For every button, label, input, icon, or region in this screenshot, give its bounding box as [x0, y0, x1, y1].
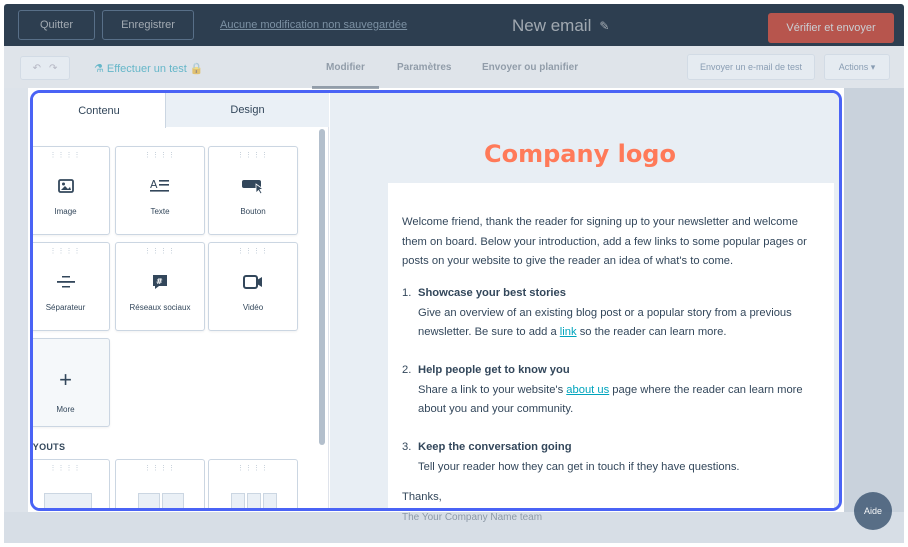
send-test-email-button[interactable]: Envoyer un e-mail de test [687, 54, 815, 80]
list-number: 3. [402, 441, 412, 453]
block-label: Vidéo [242, 303, 264, 312]
drag-handle-icon[interactable]: ⋮⋮⋮⋮ [209, 152, 297, 159]
list-item: 3. Keep the conversation going Tell your… [402, 438, 818, 477]
svg-text:#: # [156, 277, 163, 286]
panel-scrollbar[interactable] [319, 129, 325, 445]
panel-tabs: Contenu Design [33, 93, 329, 128]
link-text[interactable]: link [560, 326, 577, 338]
drag-handle-icon[interactable]: ⋮⋮⋮⋮ [33, 465, 109, 472]
quit-button[interactable]: Quitter [18, 10, 95, 40]
layout-column [162, 493, 184, 508]
drag-handle-icon[interactable]: ⋮⋮⋮⋮ [116, 465, 204, 472]
caret-down-icon: ▾ [868, 61, 876, 72]
block-social[interactable]: ⋮⋮⋮⋮ # Réseaux sociaux [115, 242, 205, 331]
social-icon: # [116, 271, 204, 293]
email-title-text: New email [512, 16, 592, 35]
tab-envoyer[interactable]: Envoyer ou planifier [482, 62, 578, 73]
drag-handle-icon[interactable]: ⋮⋮⋮⋮ [33, 152, 109, 159]
list-item-text-end: so the reader can learn more. [576, 326, 727, 338]
layout-column [247, 493, 261, 508]
block-label: Texte [150, 207, 170, 216]
svg-text:A: A [150, 178, 158, 191]
test-icon: ⚗ [94, 63, 107, 75]
layout-column [44, 493, 92, 508]
email-closing: Thanks, [402, 491, 442, 503]
block-label: Réseaux sociaux [129, 303, 191, 312]
email-title[interactable]: New email ✎ [512, 16, 609, 36]
redo-icon[interactable]: ↷ [49, 63, 57, 74]
actions-label: Actions [838, 62, 869, 72]
layout-3-columns[interactable]: ⋮⋮⋮⋮ [208, 459, 298, 508]
layout-2-columns[interactable]: ⋮⋮⋮⋮ [115, 459, 205, 508]
undo-icon[interactable]: ↶ [33, 63, 41, 74]
block-divider[interactable]: ⋮⋮⋮⋮ Séparateur [33, 242, 110, 331]
save-status-text: Aucune modification non sauvegardée [220, 19, 408, 31]
list-item: 1. Showcase your best stories Give an ov… [402, 284, 818, 343]
content-panel: Contenu Design ⋮⋮⋮⋮ Image ⋮⋮⋮⋮ A Texte ⋮… [33, 93, 329, 508]
button-icon [209, 175, 297, 197]
layout-1-column[interactable]: ⋮⋮⋮⋮ [33, 459, 110, 508]
layout-column [263, 493, 277, 508]
company-logo[interactable]: Company logo [300, 140, 839, 168]
intro-paragraph: Welcome friend, thank the reader for sig… [402, 216, 807, 267]
tab-modifier[interactable]: Modifier [312, 62, 379, 89]
list-number: 2. [402, 364, 412, 376]
email-editor-screen: Quitter Enregistrer Aucune modification … [0, 0, 908, 547]
undo-redo-group[interactable]: ↶ ↷ [20, 56, 70, 80]
list-number: 1. [402, 287, 412, 299]
video-icon [209, 271, 297, 293]
tab-parametres[interactable]: Paramètres [397, 62, 451, 73]
run-test-link[interactable]: ⚗ Effectuer un test 🔒 [94, 62, 204, 75]
help-button[interactable]: Aide [854, 492, 892, 530]
block-label: Bouton [240, 207, 266, 216]
actions-menu-button[interactable]: Actions ▾ [824, 54, 890, 80]
about-us-link[interactable]: about us [566, 384, 609, 396]
divider-icon [33, 271, 109, 293]
plus-icon: + [59, 367, 72, 392]
list-item-text: Tell your reader how they can get in tou… [418, 460, 740, 473]
list-item-title: Showcase your best stories [418, 287, 566, 299]
layout-column [138, 493, 160, 508]
list-item: 2. Help people get to know you Share a l… [402, 361, 818, 420]
email-preview: Company logo Welcome friend, thank the r… [330, 93, 839, 508]
pencil-icon[interactable]: ✎ [599, 19, 609, 33]
top-bar: Quitter Enregistrer Aucune modification … [4, 4, 904, 46]
background-panel-left [4, 88, 28, 543]
block-label: Séparateur [45, 303, 86, 312]
block-more[interactable]: + More [33, 338, 110, 427]
block-label: Image [54, 207, 77, 216]
list-item-title: Keep the conversation going [418, 441, 572, 453]
block-video[interactable]: ⋮⋮⋮⋮ Vidéo [208, 242, 298, 331]
tab-contenu[interactable]: Contenu [33, 93, 166, 128]
layouts-title: LAYOUTS [32, 442, 66, 452]
background-panel-right [844, 88, 904, 543]
run-test-label: Effectuer un test [106, 63, 187, 75]
list-item-title: Help people get to know you [418, 364, 570, 376]
highlighted-editor-area: Contenu Design ⋮⋮⋮⋮ Image ⋮⋮⋮⋮ A Texte ⋮… [30, 90, 842, 511]
block-image[interactable]: ⋮⋮⋮⋮ Image [33, 146, 110, 235]
email-signature: The Your Company Name team [402, 512, 543, 523]
verify-send-button[interactable]: Vérifier et envoyer [768, 13, 894, 43]
drag-handle-icon[interactable]: ⋮⋮⋮⋮ [33, 248, 109, 255]
drag-handle-icon[interactable]: ⋮⋮⋮⋮ [209, 465, 297, 472]
layout-column [231, 493, 245, 508]
block-text[interactable]: ⋮⋮⋮⋮ A Texte [115, 146, 205, 235]
drag-handle-icon[interactable]: ⋮⋮⋮⋮ [209, 248, 297, 255]
lock-icon: 🔒 [186, 63, 204, 75]
list-item-text: Share a link to your website's [418, 383, 567, 396]
text-icon: A [116, 175, 204, 197]
block-label: More [56, 405, 75, 414]
drag-handle-icon[interactable]: ⋮⋮⋮⋮ [116, 152, 204, 159]
drag-handle-icon[interactable]: ⋮⋮⋮⋮ [116, 248, 204, 255]
email-body-card[interactable]: Welcome friend, thank the reader for sig… [388, 183, 834, 508]
tab-design[interactable]: Design [166, 93, 329, 127]
save-button[interactable]: Enregistrer [102, 10, 194, 40]
image-icon [33, 175, 109, 197]
block-button[interactable]: ⋮⋮⋮⋮ Bouton [208, 146, 298, 235]
sub-toolbar: ↶ ↷ ⚗ Effectuer un test 🔒 Modifier Param… [4, 46, 904, 89]
